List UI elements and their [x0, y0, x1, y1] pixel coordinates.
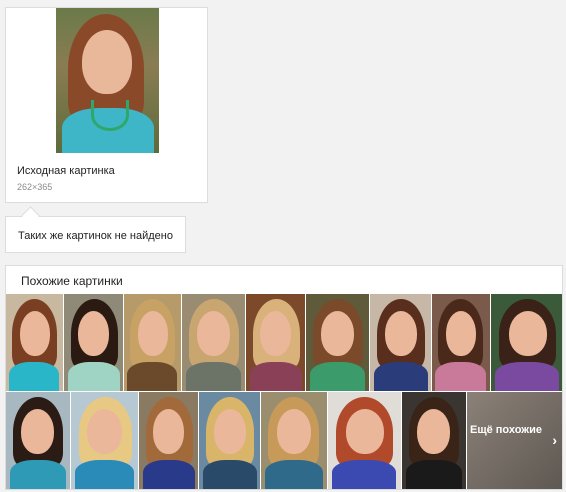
no-matches-text: Таких же картинок не найдено: [18, 230, 173, 242]
thumbnail-face: [138, 311, 168, 356]
thumbnail-face: [20, 311, 50, 356]
thumbnail-shirt: [127, 362, 177, 391]
thumbnail-face: [446, 311, 476, 356]
thumbnail-shirt: [68, 362, 120, 391]
thumbnail-face: [509, 311, 547, 356]
similar-image-thumbnail[interactable]: [328, 392, 401, 489]
thumbnail-shirt: [143, 460, 195, 489]
source-image-card: Исходная картинка 262×365: [5, 7, 208, 203]
thumbnail-shirt: [374, 362, 428, 391]
thumbnail-shirt: [75, 460, 134, 489]
thumbnail-shirt: [265, 460, 323, 489]
similar-image-thumbnail[interactable]: [402, 392, 466, 489]
source-image-size: 262×365: [17, 182, 53, 192]
thumbnail-shirt: [9, 362, 59, 391]
similar-image-thumbnail[interactable]: [246, 294, 305, 391]
similar-images-panel: Похожие картинки Ещё похожие ›: [5, 265, 563, 490]
similar-image-thumbnail[interactable]: [370, 294, 431, 391]
more-similar-label: Ещё похожие: [470, 424, 542, 436]
thumbnail-shirt: [203, 460, 257, 489]
similar-image-thumbnail[interactable]: [306, 294, 369, 391]
thumbnail-face: [87, 409, 122, 454]
thumbnail-face: [277, 409, 311, 454]
more-similar-button[interactable]: Ещё похожие ›: [467, 392, 562, 489]
source-image-thumbnail[interactable]: [56, 8, 159, 153]
thumbnail-face: [417, 409, 450, 454]
similar-image-thumbnail[interactable]: [124, 294, 181, 391]
similar-image-thumbnail[interactable]: [6, 392, 70, 489]
thumbnail-face: [346, 409, 384, 454]
similar-image-thumbnail[interactable]: [139, 392, 198, 489]
similar-image-thumbnail[interactable]: [432, 294, 490, 391]
thumbnail-shirt: [435, 362, 486, 391]
similar-image-thumbnail[interactable]: [64, 294, 123, 391]
thumbnail-face: [214, 409, 246, 454]
thumbnail-face: [21, 409, 54, 454]
thumbnail-face: [78, 311, 109, 356]
thumbnail-shirt: [310, 362, 365, 391]
similar-image-thumbnail[interactable]: [261, 392, 327, 489]
thumbnail-shirt: [495, 362, 559, 391]
thumbnail-shirt: [250, 362, 302, 391]
similar-images-grid: Ещё похожие ›: [6, 294, 562, 489]
similar-images-title: Похожие картинки: [21, 274, 123, 288]
similar-image-thumbnail[interactable]: [182, 294, 245, 391]
thumbnail-face: [385, 311, 417, 356]
thumbnail-shirt: [406, 460, 462, 489]
thumbnail-face: [153, 409, 184, 454]
similar-image-thumbnail[interactable]: [71, 392, 138, 489]
thumbnail-shirt: [10, 460, 66, 489]
thumbnail-face: [260, 311, 291, 356]
similar-image-thumbnail[interactable]: [199, 392, 260, 489]
thumbnail-shirt: [186, 362, 241, 391]
thumbnail-face: [197, 311, 230, 356]
thumbnail-face: [321, 311, 354, 356]
similar-image-thumbnail[interactable]: [6, 294, 63, 391]
thumbnail-shirt: [332, 460, 396, 489]
chevron-right-icon: ›: [552, 432, 557, 448]
similar-image-thumbnail[interactable]: [491, 294, 562, 391]
source-image-caption: Исходная картинка: [17, 165, 115, 177]
